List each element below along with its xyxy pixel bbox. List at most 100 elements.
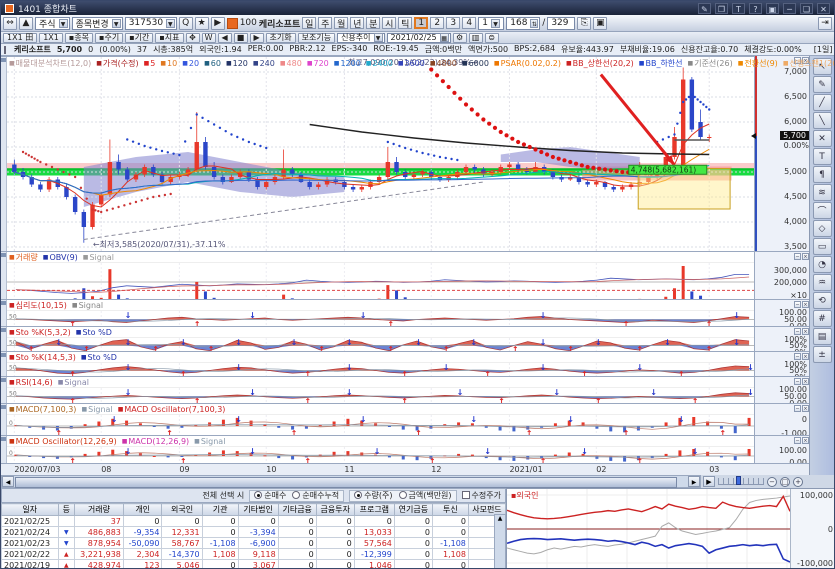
panel-window-buttons[interactable]: ─×: [794, 405, 809, 412]
minimize-button[interactable]: ─: [783, 3, 796, 14]
favorite-icon[interactable]: ★: [195, 17, 209, 30]
period-hour-button[interactable]: 시: [382, 17, 396, 29]
macd7-axis[interactable]: ─×0-1,000: [754, 404, 811, 436]
chart-tool-9[interactable]: ⌒: [813, 202, 832, 219]
psych-axis[interactable]: ─×100.0050.000.00: [754, 300, 811, 327]
scroll-right-icon[interactable]: ▶: [688, 476, 700, 487]
indicator-panel-macd7[interactable]: ■MACD(7,100,3)■Signal■MACD Oscillator(7,…: [1, 403, 811, 435]
chart-tool-2[interactable]: ✎: [813, 76, 832, 93]
main-chart-panel[interactable]: 최고7,090(2021/02/22),24.39%→←최저3,585(2020…: [1, 56, 811, 251]
radio-netbuy[interactable]: 순매수: [254, 490, 286, 501]
chart-tool-6[interactable]: T: [813, 148, 832, 165]
macd12-plot[interactable]: 0↑↑↑↑↑↑↓↓↓↓↓↓: [7, 446, 754, 464]
rsi-plot[interactable]: 50↑↑↑↑↑↑↑↓↓↓↓↓↓↓: [7, 387, 754, 404]
period-minute-button[interactable]: 분: [366, 17, 380, 29]
adjusted-price-checkbox[interactable]: 수정주가: [462, 490, 501, 501]
col-header[interactable]: 기타금융: [278, 504, 316, 516]
interval-custom-select[interactable]: 1▼: [478, 17, 504, 30]
chart-tool-16[interactable]: ▤: [813, 328, 832, 345]
period-year-button[interactable]: 년: [350, 17, 364, 29]
sto5-plot[interactable]: 50↑↑↑↑↑↑↑↑↑↑↑↓↓↓↓↓↓↓↓↓↓↓↓: [7, 337, 754, 352]
radio-netbuy-cum[interactable]: 순매수누적: [292, 490, 339, 501]
cell-layout-button[interactable]: 1X1: [39, 33, 63, 43]
col-header[interactable]: 거래량: [75, 504, 124, 516]
indicator-panel-sto5[interactable]: ■Sto %K(5,3,2)■Sto %D50↑↑↑↑↑↑↑↑↑↑↑↓↓↓↓↓↓…: [1, 326, 811, 351]
col-header[interactable]: 프로그램: [354, 504, 394, 516]
candlestick-chart[interactable]: 최고7,090(2021/02/22),24.39%→←최저3,585(2020…: [7, 57, 754, 252]
chart-tool-7[interactable]: ¶: [813, 166, 832, 183]
layout-1x1-button[interactable]: 1X1 田: [3, 33, 37, 43]
slider-knob[interactable]: [736, 476, 741, 485]
toggle-range-button[interactable]: ▪기간: [125, 33, 153, 43]
dock-icon[interactable]: ⇔: [3, 17, 17, 30]
chart-tool-12[interactable]: ◔: [813, 256, 832, 273]
help-icon[interactable]: ?: [749, 3, 762, 14]
chart-tool-11[interactable]: ▭: [813, 238, 832, 255]
radio-amount[interactable]: 금액(백만원): [399, 490, 452, 501]
chart-tool-17[interactable]: ±: [813, 346, 832, 363]
interval-2-button[interactable]: 2: [430, 17, 444, 29]
col-header[interactable]: 기관: [202, 504, 238, 516]
interval-3-button[interactable]: 3: [446, 17, 460, 29]
chart-tool-15[interactable]: #: [813, 310, 832, 327]
chart-tool-10[interactable]: ◇: [813, 220, 832, 237]
maximize-button[interactable]: ❏: [800, 3, 813, 14]
col-header[interactable]: 기타법인: [238, 504, 278, 516]
period-month-button[interactable]: 월: [334, 17, 348, 29]
col-header[interactable]: 일자: [2, 504, 59, 516]
toggle-indicator-button[interactable]: ▪지표: [155, 33, 183, 43]
toggle-symbol-button[interactable]: ▪종목: [65, 33, 93, 43]
save-icon[interactable]: ▣: [593, 17, 607, 30]
w-tool-icon[interactable]: W: [202, 33, 216, 43]
col-header[interactable]: 투신: [432, 504, 468, 516]
indicator-panel-volume[interactable]: ■거래량■OBV(9)■Signal─×300,000200,000×10: [1, 251, 811, 299]
table-row[interactable]: 2021/02/23▼878,954-50,09058,767-1,108-6,…: [2, 538, 506, 549]
aux-function-button[interactable]: 보조기능: [298, 33, 335, 43]
chart-tool-5[interactable]: ✕: [813, 130, 832, 147]
macd12-axis[interactable]: ─×100.000.00: [754, 436, 811, 464]
panel-window-buttons[interactable]: ─×: [794, 437, 809, 444]
foreign-line-chart[interactable]: [507, 489, 790, 569]
pan-icon[interactable]: ✥: [186, 33, 200, 43]
toggle-period-button[interactable]: ▪주기: [95, 33, 123, 43]
table-row[interactable]: 2021/02/22▲3,221,9382,304-14,3701,1089,1…: [2, 549, 506, 560]
indicator-panel-macd12[interactable]: ■MACD Oscillator(12,26,9)■MACD(12,26,9)■…: [1, 435, 811, 463]
panel-window-buttons[interactable]: ─×: [794, 301, 809, 308]
info-checkbox[interactable]: [4, 46, 6, 54]
market-select[interactable]: 주식▼: [35, 17, 70, 30]
table-row[interactable]: 2021/02/24▼486,883-9,35412,3310-3,394001…: [2, 527, 506, 538]
search-icon[interactable]: Q: [179, 17, 193, 30]
volume-plot[interactable]: [7, 262, 754, 300]
scroll-left-icon[interactable]: ◀: [2, 476, 14, 487]
col-header[interactable]: 금융투자: [316, 504, 354, 516]
col-header[interactable]: 외국인: [162, 504, 202, 516]
chart-tool-13[interactable]: ♒: [813, 274, 832, 291]
collapse-icon[interactable]: ▲: [19, 17, 33, 30]
panel-window-buttons[interactable]: ─×: [794, 253, 809, 260]
reset-button[interactable]: 초기화: [266, 33, 296, 43]
radio-quantity[interactable]: 수량(주): [354, 490, 392, 501]
next-symbol-icon[interactable]: ▶: [211, 17, 225, 30]
scrollbar-thumb[interactable]: [15, 477, 677, 488]
interval-1-button[interactable]: 1: [414, 17, 428, 29]
total-bars-input[interactable]: 329: [547, 17, 575, 30]
scroll-more-icon[interactable]: ▶: [703, 476, 715, 487]
zoom-in-icon[interactable]: +: [793, 477, 803, 487]
layout-icon[interactable]: ❐: [715, 3, 728, 14]
close-button[interactable]: ✕: [817, 3, 830, 14]
col-header[interactable]: 개인: [123, 504, 162, 516]
macd7-plot[interactable]: 0↑↑↑↑↑↑↑↓↓↓↓↓↓: [7, 414, 754, 436]
chart-tool-4[interactable]: ╲: [813, 112, 832, 129]
interval-4-button[interactable]: 4: [462, 17, 476, 29]
settings-gear-icon[interactable]: ⚙: [453, 33, 467, 43]
bar-count-spinner[interactable]: 168⇅: [506, 17, 540, 30]
indicator-panel-rsi[interactable]: ■RSI(14,6)■Signal50↑↑↑↑↑↑↑↓↓↓↓↓↓↓─×100.0…: [1, 376, 811, 403]
chart-tool-3[interactable]: ╱: [813, 94, 832, 111]
symbol-code-input[interactable]: 317530▼: [125, 17, 177, 30]
bar-width-slider[interactable]: [718, 478, 764, 485]
foreign-investor-panel[interactable]: ▪외국인 100,0000-100,000: [506, 488, 835, 569]
link-icon[interactable]: ⎘: [577, 17, 591, 30]
col-header[interactable]: 등: [58, 504, 74, 516]
sto5-axis[interactable]: ─×100%50%0%: [754, 327, 811, 352]
date-picker[interactable]: 2021/02/25▦: [387, 33, 451, 43]
